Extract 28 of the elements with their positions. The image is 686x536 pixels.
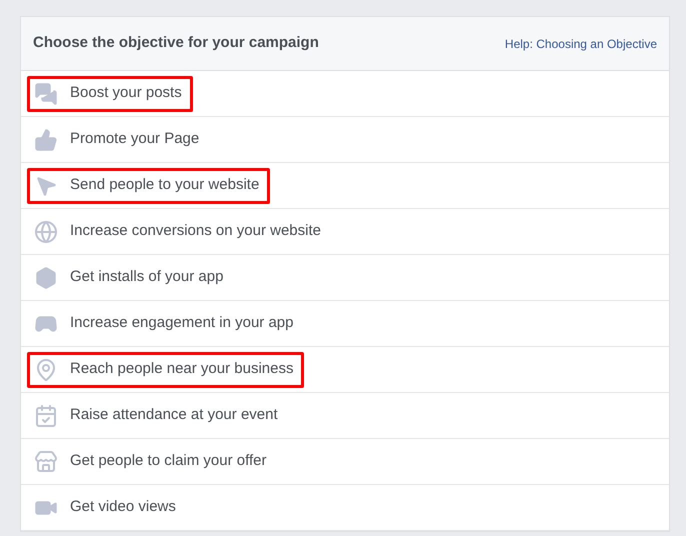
objective-row[interactable]: Send people to your website (21, 163, 669, 209)
calendar-icon (34, 404, 58, 428)
objective-label: Increase conversions on your website (70, 221, 321, 242)
storefront-icon (34, 450, 58, 474)
objective-row[interactable]: Raise attendance at your event (21, 393, 669, 439)
objective-row[interactable]: Get people to claim your offer (21, 439, 669, 485)
globe-icon (34, 220, 58, 244)
objective-label: Get video views (70, 497, 176, 518)
objective-label: Increase engagement in your app (70, 313, 294, 334)
objective-label: Get people to claim your offer (70, 451, 266, 472)
objective-label: Get installs of your app (70, 267, 224, 288)
objective-row[interactable]: Increase conversions on your website (21, 209, 669, 255)
chat-bubbles-icon (34, 82, 58, 106)
objective-label: Reach people near your business (70, 359, 294, 380)
panel-title: Choose the objective for your campaign (33, 33, 319, 54)
objective-label: Raise attendance at your event (70, 405, 278, 426)
objective-row[interactable]: Boost your posts (21, 71, 669, 117)
thumbs-up-icon (34, 128, 58, 152)
objective-row[interactable]: Get video views (21, 485, 669, 531)
objective-row[interactable]: Reach people near your business (21, 347, 669, 393)
objective-row[interactable]: Increase engagement in your app (21, 301, 669, 347)
objective-label: Boost your posts (70, 83, 182, 104)
objective-row[interactable]: Get installs of your app (21, 255, 669, 301)
objective-label: Send people to your website (70, 175, 260, 196)
map-pin-icon (34, 358, 58, 382)
help-link[interactable]: Help: Choosing an Objective (504, 34, 657, 52)
objective-label: Promote your Page (70, 129, 200, 150)
objective-row[interactable]: Promote your Page (21, 117, 669, 163)
